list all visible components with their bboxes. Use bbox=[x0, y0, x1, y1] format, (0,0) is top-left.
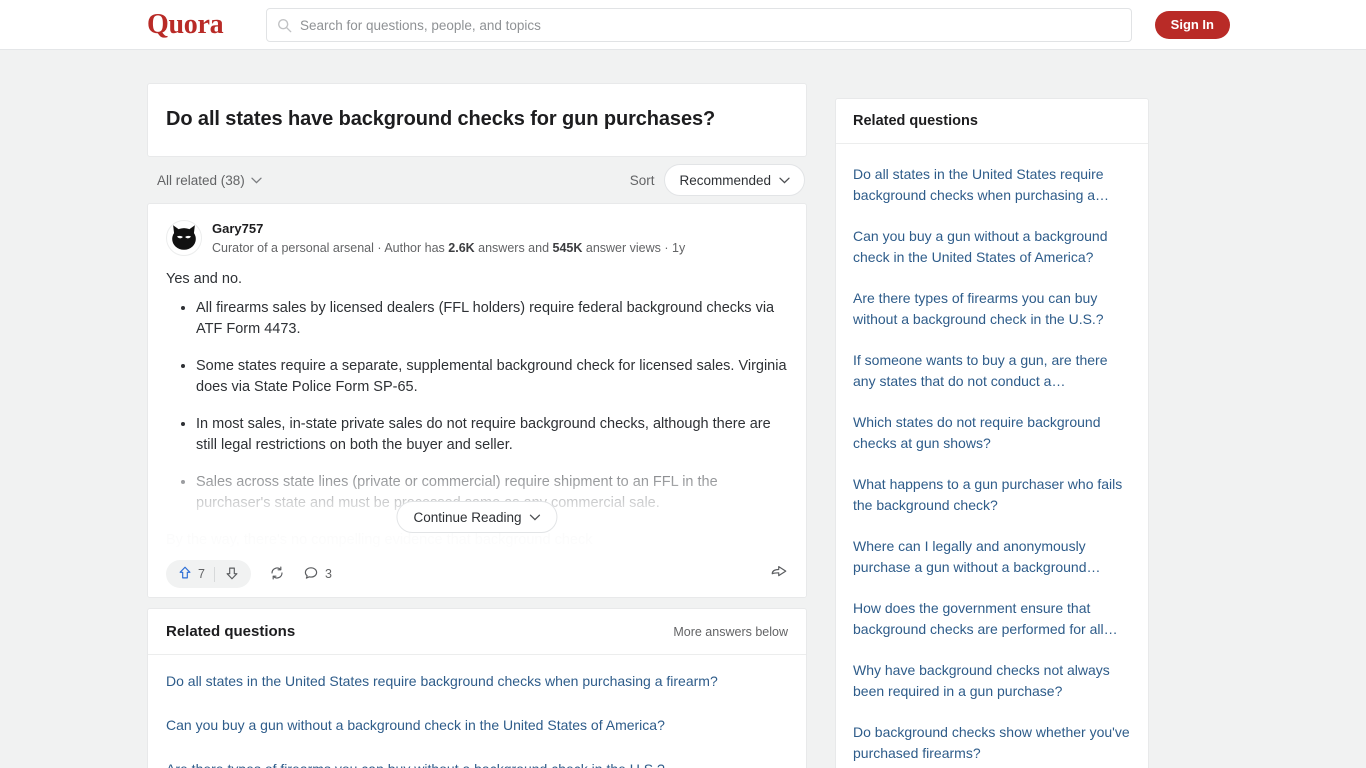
downvote-button[interactable] bbox=[219, 565, 245, 584]
views-count: 545K bbox=[552, 241, 583, 255]
comment-icon bbox=[303, 565, 319, 584]
cred-end: answer views · bbox=[582, 241, 672, 255]
all-related-label: All related (38) bbox=[157, 172, 245, 188]
related-questions-header: Related questions More answers below bbox=[148, 609, 806, 655]
comment-count: 3 bbox=[324, 567, 332, 581]
all-related-dropdown[interactable]: All related (38) bbox=[157, 173, 262, 188]
upvote-button[interactable]: 7 bbox=[172, 565, 210, 584]
question-card: Do all states have background checks for… bbox=[147, 83, 807, 157]
sidebar-item-question-10[interactable]: Do background checks show whether you've… bbox=[836, 712, 1148, 768]
search-input[interactable] bbox=[300, 17, 1121, 33]
answer-bullet: All firearms sales by licensed dealers (… bbox=[196, 298, 788, 340]
search-icon bbox=[277, 18, 292, 33]
vote-pill: 7 bbox=[166, 560, 251, 588]
author-credentials: Curator of a personal arsenal · Author h… bbox=[212, 239, 685, 257]
sort-dropdown[interactable]: Recommended bbox=[664, 164, 805, 196]
continue-reading-button[interactable]: Continue Reading bbox=[396, 501, 558, 533]
repost-button[interactable] bbox=[269, 565, 285, 584]
continue-reading-label: Continue Reading bbox=[413, 509, 522, 525]
sidebar-column: Related questions Do all states in the U… bbox=[835, 98, 1149, 768]
main-column: Do all states have background checks for… bbox=[147, 83, 807, 768]
credential-text: Curator of a personal arsenal bbox=[212, 241, 374, 255]
chevron-down-icon bbox=[779, 177, 790, 184]
related-questions-title: Related questions bbox=[166, 623, 296, 640]
sidebar-related-questions-card: Related questions Do all states in the U… bbox=[835, 98, 1149, 768]
more-answers-below-label[interactable]: More answers below bbox=[673, 625, 788, 639]
answer-content: Gary757 Curator of a personal arsenal · … bbox=[148, 204, 806, 551]
related-question-link[interactable]: Do all states in the United States requi… bbox=[148, 659, 806, 703]
answer-action-bar: 7 3 bbox=[148, 551, 806, 597]
avatar[interactable] bbox=[166, 220, 202, 256]
answer-lead: Yes and no. bbox=[166, 271, 243, 287]
quora-logo[interactable]: Quora bbox=[147, 10, 224, 40]
author-row: Gary757 Curator of a personal arsenal · … bbox=[166, 220, 788, 257]
sidebar-item-question-4[interactable]: If someone wants to buy a gun, are there… bbox=[836, 340, 1148, 402]
related-questions-card: Related questions More answers below Do … bbox=[147, 608, 807, 768]
sidebar-title: Related questions bbox=[836, 99, 1148, 144]
share-button[interactable] bbox=[770, 563, 788, 585]
sidebar-item-question-8[interactable]: How does the government ensure that back… bbox=[836, 588, 1148, 650]
vote-divider bbox=[213, 566, 215, 582]
page-body: Do all states have background checks for… bbox=[0, 50, 1366, 768]
sidebar-item-question-1[interactable]: Do all states in the United States requi… bbox=[836, 154, 1148, 216]
sign-in-button[interactable]: Sign In bbox=[1154, 11, 1230, 39]
sort-label: Sort bbox=[629, 172, 655, 188]
repost-icon bbox=[269, 565, 285, 584]
answer-bullet: Some states require a separate, suppleme… bbox=[196, 356, 788, 398]
related-questions-list: Do all states in the United States requi… bbox=[148, 655, 806, 768]
share-icon bbox=[770, 563, 788, 585]
downvote-icon bbox=[224, 565, 240, 584]
related-question-link[interactable]: Are there types of firearms you can buy … bbox=[148, 747, 806, 768]
sidebar-item-question-6[interactable]: What happens to a gun purchaser who fail… bbox=[836, 464, 1148, 526]
sidebar-list: Do all states in the United States requi… bbox=[836, 144, 1148, 768]
answer-truncated-line: By the way, there's no compelling eviden… bbox=[166, 532, 593, 548]
chevron-down-icon bbox=[529, 514, 541, 521]
answer-bullet-list: All firearms sales by licensed dealers (… bbox=[166, 298, 788, 514]
sidebar-item-question-9[interactable]: Why have background checks not always be… bbox=[836, 650, 1148, 712]
related-question-link[interactable]: Can you buy a gun without a background c… bbox=[148, 703, 806, 747]
answer-bullet: In most sales, in-state private sales do… bbox=[196, 414, 788, 456]
cred-sep-1: · Author has bbox=[373, 241, 449, 255]
comment-button[interactable]: 3 bbox=[303, 565, 332, 584]
filter-row: All related (38) Sort Recommended bbox=[147, 157, 807, 203]
sidebar-item-question-3[interactable]: Are there types of firearms you can buy … bbox=[836, 278, 1148, 340]
author-name[interactable]: Gary757 bbox=[212, 221, 685, 237]
chevron-down-icon bbox=[251, 177, 262, 184]
sidebar-item-question-2[interactable]: Can you buy a gun without a background c… bbox=[836, 216, 1148, 278]
sort-value: Recommended bbox=[679, 172, 771, 188]
sidebar-item-question-7[interactable]: Where can I legally and anonymously purc… bbox=[836, 526, 1148, 588]
answers-count: 2.6K bbox=[448, 241, 475, 255]
sidebar-item-question-5[interactable]: Which states do not require background c… bbox=[836, 402, 1148, 464]
cred-mid: answers and bbox=[474, 241, 553, 255]
author-meta: Gary757 Curator of a personal arsenal · … bbox=[212, 220, 685, 257]
cat-avatar-icon bbox=[172, 225, 196, 250]
search-bar[interactable] bbox=[266, 8, 1132, 42]
answer-timestamp: 1y bbox=[672, 241, 686, 255]
page-title: Do all states have background checks for… bbox=[166, 108, 716, 130]
top-header: Quora Sign In bbox=[0, 0, 1366, 50]
upvote-icon bbox=[177, 565, 193, 584]
sort-group: Sort Recommended bbox=[630, 164, 805, 196]
upvote-count: 7 bbox=[198, 567, 205, 581]
answer-card: Gary757 Curator of a personal arsenal · … bbox=[147, 203, 807, 598]
